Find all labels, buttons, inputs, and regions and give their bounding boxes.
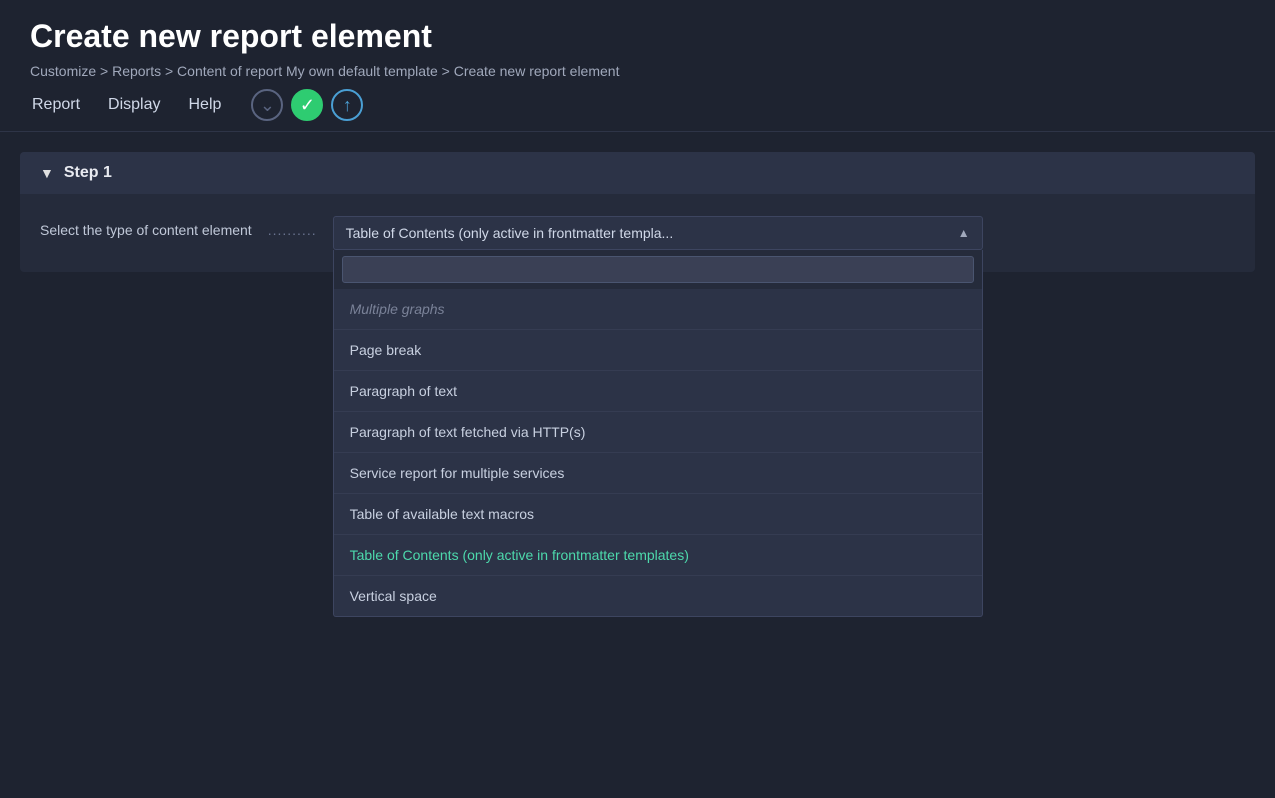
content-type-dropdown[interactable]: Table of Contents (only active in frontm… xyxy=(333,216,983,250)
step-label: Select the type of content element xyxy=(40,216,252,238)
toolbar-help[interactable]: Help xyxy=(187,90,224,120)
dropdown-selected-text: Table of Contents (only active in frontm… xyxy=(346,225,674,241)
step-dots: .......... xyxy=(268,216,317,238)
step-header: ▼ Step 1 xyxy=(20,152,1255,194)
dropdown-list: Multiple graphsPage breakParagraph of te… xyxy=(333,250,983,617)
step-body: Select the type of content element .....… xyxy=(20,194,1255,272)
page-title: Create new report element xyxy=(30,18,1245,55)
dropdown-items-container: Multiple graphsPage breakParagraph of te… xyxy=(334,289,982,616)
step-collapse-arrow[interactable]: ▼ xyxy=(40,165,54,181)
dropdown-search-container xyxy=(334,250,982,289)
dropdown-list-item[interactable]: Page break xyxy=(334,330,982,371)
toolbar-display[interactable]: Display xyxy=(106,90,162,120)
dropdown-list-item[interactable]: Paragraph of text xyxy=(334,371,982,412)
toolbar-report[interactable]: Report xyxy=(30,90,82,120)
dropdown-search-input[interactable] xyxy=(342,256,974,283)
check-icon[interactable]: ✓ xyxy=(291,89,323,121)
dropdown-list-item[interactable]: Vertical space xyxy=(334,576,982,616)
header: Create new report element Customize > Re… xyxy=(0,0,1275,79)
dropdown-list-item[interactable]: Service report for multiple services xyxy=(334,453,982,494)
dropdown-list-item[interactable]: Multiple graphs xyxy=(334,289,982,330)
dropdown-list-item[interactable]: Table of Contents (only active in frontm… xyxy=(334,535,982,576)
step-title: Step 1 xyxy=(64,164,112,182)
toolbar-icons: ⌄ ✓ ↑ xyxy=(251,89,363,121)
chevron-down-icon[interactable]: ⌄ xyxy=(251,89,283,121)
dropdown-list-item[interactable]: Paragraph of text fetched via HTTP(s) xyxy=(334,412,982,453)
breadcrumb: Customize > Reports > Content of report … xyxy=(30,63,1245,79)
upload-icon[interactable]: ↑ xyxy=(331,89,363,121)
step-section: ▼ Step 1 Select the type of content elem… xyxy=(20,152,1255,272)
dropdown-list-item[interactable]: Table of available text macros xyxy=(334,494,982,535)
dropdown-arrow-icon: ▲ xyxy=(958,226,970,240)
dropdown-selected-value[interactable]: Table of Contents (only active in frontm… xyxy=(333,216,983,250)
main-content: ▼ Step 1 Select the type of content elem… xyxy=(0,132,1275,292)
toolbar: Report Display Help ⌄ ✓ ↑ xyxy=(0,79,1275,132)
